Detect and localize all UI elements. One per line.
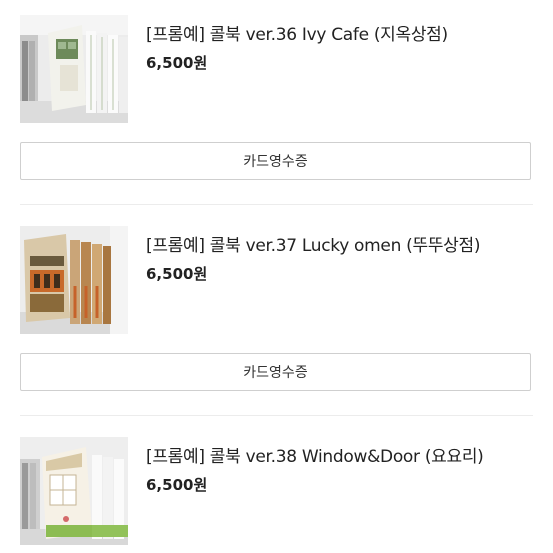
- order-item-list: [프롬예] 콜북 ver.36 Ivy Cafe (지옥상점) 6,500원 카…: [0, 0, 553, 553]
- card-receipt-button[interactable]: 카드영수증: [20, 142, 531, 180]
- lucky-omen-book-photo: [20, 226, 128, 334]
- product-row[interactable]: [프롬예] 콜북 ver.36 Ivy Cafe (지옥상점) 6,500원: [0, 15, 553, 125]
- product-price: 6,500원: [146, 54, 208, 72]
- card-receipt-button[interactable]: 카드영수증: [20, 353, 531, 391]
- item-divider: [20, 415, 533, 416]
- ivy-cafe-book-photo: [20, 15, 128, 123]
- item-divider: [20, 204, 533, 205]
- product-price: 6,500원: [146, 265, 208, 283]
- product-row[interactable]: [프롬예] 콜북 ver.38 Window&Door (요요리) 6,500원: [0, 437, 553, 547]
- order-item: [프롬예] 콜북 ver.38 Window&Door (요요리) 6,500원: [0, 437, 553, 547]
- order-item: [프롬예] 콜북 ver.37 Lucky omen (뚜뚜상점) 6,500원…: [0, 226, 553, 391]
- window-door-book-photo: [20, 437, 128, 545]
- product-thumbnail[interactable]: [20, 437, 128, 545]
- product-name[interactable]: [프롬예] 콜북 ver.38 Window&Door (요요리): [146, 442, 484, 467]
- product-thumbnail[interactable]: [20, 226, 128, 334]
- product-name[interactable]: [프롬예] 콜북 ver.37 Lucky omen (뚜뚜상점): [146, 231, 480, 256]
- product-thumbnail[interactable]: [20, 15, 128, 123]
- product-name[interactable]: [프롬예] 콜북 ver.36 Ivy Cafe (지옥상점): [146, 20, 448, 45]
- product-price: 6,500원: [146, 476, 208, 494]
- product-row[interactable]: [프롬예] 콜북 ver.37 Lucky omen (뚜뚜상점) 6,500원: [0, 226, 553, 336]
- order-item: [프롬예] 콜북 ver.36 Ivy Cafe (지옥상점) 6,500원 카…: [0, 15, 553, 180]
